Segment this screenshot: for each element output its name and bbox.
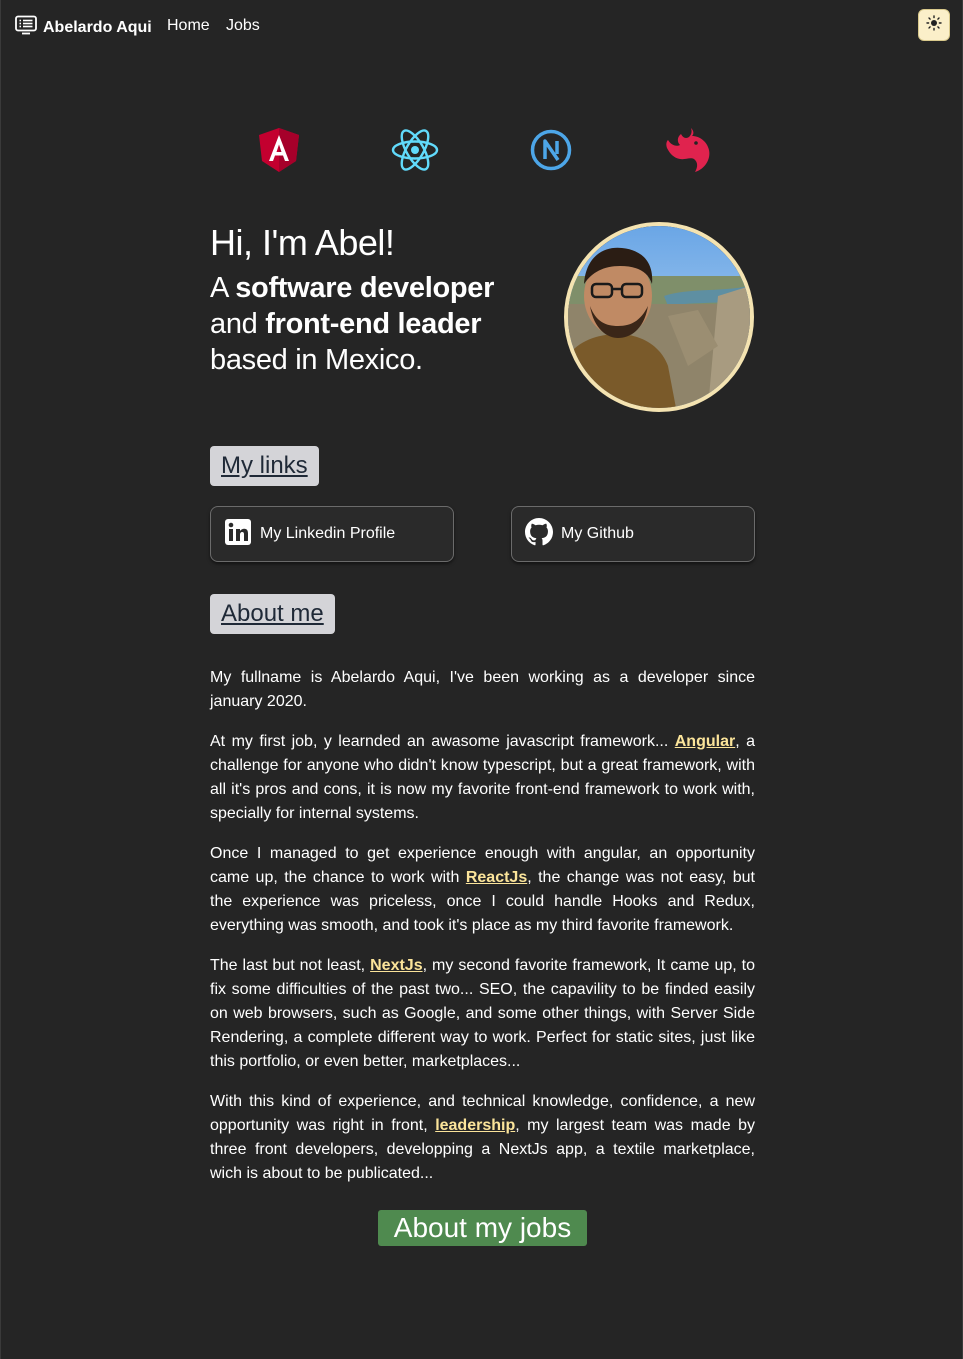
hero-description: A software developer and front-end leade… [210, 270, 530, 378]
sun-icon [926, 14, 942, 36]
hero-desc-text: A [210, 272, 236, 304]
profile-avatar [564, 222, 754, 412]
angular-link[interactable]: Angular [675, 733, 735, 750]
my-links-header-button[interactable]: My links [210, 446, 319, 486]
about-text: My fullname is Abelardo Aqui, I've been … [210, 666, 755, 1202]
brand-name: Abelardo Aqui [43, 18, 152, 36]
nav-jobs-link[interactable]: Jobs [226, 17, 260, 35]
leadership-link[interactable]: leadership [435, 1117, 515, 1134]
linkedin-icon [224, 518, 252, 551]
linkedin-profile-link[interactable]: My Linkedin Profile [210, 506, 454, 562]
paragraph-text: The last but not least, [210, 957, 371, 974]
linkedin-label: My Linkedin Profile [260, 525, 396, 542]
hero-desc-bold: front-end leader [265, 308, 482, 340]
about-paragraph: My fullname is Abelardo Aqui, I've been … [210, 669, 755, 710]
navbar: Abelardo Aqui Home Jobs [1, 0, 962, 52]
nestjs-icon [663, 126, 711, 174]
about-paragraph: At my first job, y learnded an awasome j… [210, 730, 755, 826]
about-paragraph: With this kind of experience, and techni… [210, 1090, 755, 1186]
github-link[interactable]: My Github [511, 506, 755, 562]
hero-desc-text: and [210, 308, 266, 340]
theme-toggle-button[interactable] [918, 9, 950, 41]
brand-link[interactable]: Abelardo Aqui [15, 15, 152, 40]
nextjs-link[interactable]: NextJs [370, 957, 422, 974]
react-icon [391, 126, 439, 174]
github-icon [525, 517, 553, 551]
hero-desc-text: based in Mexico. [210, 344, 423, 376]
hero-desc-bold: software developer [235, 272, 495, 304]
terminal-list-icon [15, 15, 37, 40]
nextjs-icon [527, 126, 575, 174]
about-me-header-button[interactable]: About me [210, 594, 335, 634]
hero-greeting: Hi, I'm Abel! [210, 222, 395, 263]
about-paragraph: Once I managed to get experience enough … [210, 842, 755, 938]
reactjs-link[interactable]: ReactJs [466, 869, 527, 886]
paragraph-text: At my first job, y learnded an awasome j… [210, 733, 675, 750]
about-paragraph: The last but not least, NextJs, my secon… [210, 954, 755, 1074]
about-my-jobs-button[interactable]: About my jobs [378, 1210, 587, 1246]
angular-icon [255, 126, 303, 174]
github-label: My Github [561, 525, 634, 542]
nav-home-link[interactable]: Home [167, 17, 210, 35]
